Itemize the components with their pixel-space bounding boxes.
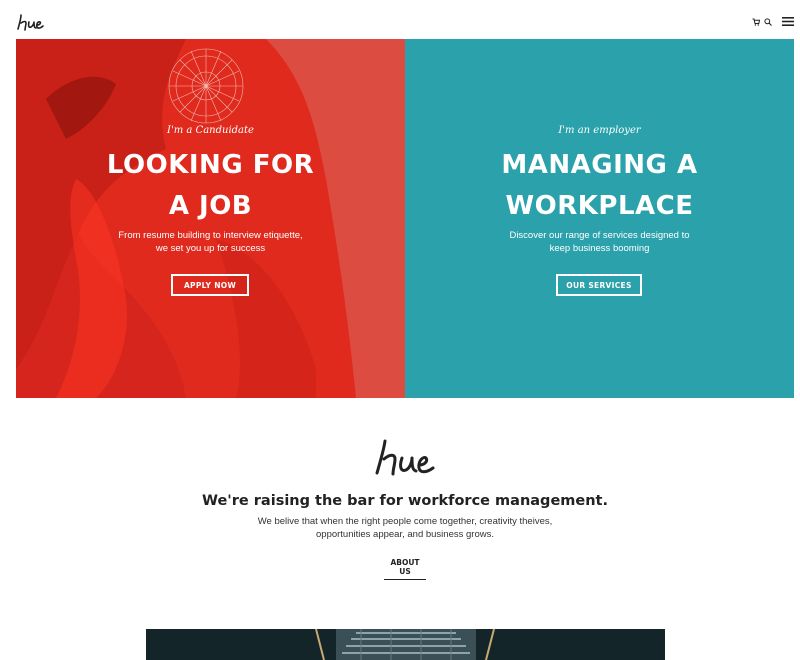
employer-headline-line-2: WORKPLACE xyxy=(505,191,694,221)
employer-content: I'm an employer MANAGING A WORKPLACE Dis… xyxy=(405,39,794,398)
employer-panel[interactable]: I'm an employer MANAGING A WORKPLACE Dis… xyxy=(405,39,794,398)
candidate-headline-line-2: A JOB xyxy=(168,191,253,221)
about-us-link[interactable]: ABOUT US xyxy=(384,558,426,580)
header-icons xyxy=(752,17,794,26)
feature-image-art xyxy=(146,629,665,660)
intro-body: We belive that when the right people com… xyxy=(240,516,570,541)
search-icon[interactable] xyxy=(764,17,772,26)
employer-headline: MANAGING A WORKPLACE xyxy=(405,145,794,227)
menu-icon[interactable] xyxy=(782,17,794,26)
employer-description: Discover our range of services designed … xyxy=(485,230,714,255)
candidate-content: I'm a Canduidate LOOKING FOR A JOB From … xyxy=(16,39,405,398)
site-logo[interactable] xyxy=(15,12,45,34)
employer-kicker: I'm an employer xyxy=(558,125,641,136)
candidate-description-line-1: From resume building to interview etique… xyxy=(118,230,303,241)
candidate-headline-line-1: LOOKING FOR xyxy=(106,150,315,180)
candidate-description: From resume building to interview etique… xyxy=(96,230,325,255)
candidate-panel[interactable]: I'm a Canduidate LOOKING FOR A JOB From … xyxy=(16,39,405,398)
candidate-kicker: I'm a Canduidate xyxy=(167,125,254,136)
employer-description-line-1: Discover our range of services designed … xyxy=(509,230,690,241)
site-header xyxy=(0,0,800,39)
feature-image xyxy=(146,629,665,660)
candidate-headline: LOOKING FOR A JOB xyxy=(16,145,405,227)
employer-headline-line-1: MANAGING A xyxy=(501,150,698,180)
apply-now-button[interactable]: APPLY NOW xyxy=(171,274,249,296)
intro-body-line-1: We belive that when the right people com… xyxy=(257,516,553,527)
intro-body-line-2: opportunities appear, and business grows… xyxy=(316,528,494,540)
employer-description-line-2: keep business booming xyxy=(549,242,650,254)
intro-heading: We're raising the bar for workforce mana… xyxy=(202,493,608,509)
candidate-description-line-2: we set you up for success xyxy=(155,242,266,254)
our-services-button[interactable]: OUR SERVICES xyxy=(556,274,642,296)
brand-logo xyxy=(375,439,435,476)
cart-icon[interactable] xyxy=(752,18,760,26)
